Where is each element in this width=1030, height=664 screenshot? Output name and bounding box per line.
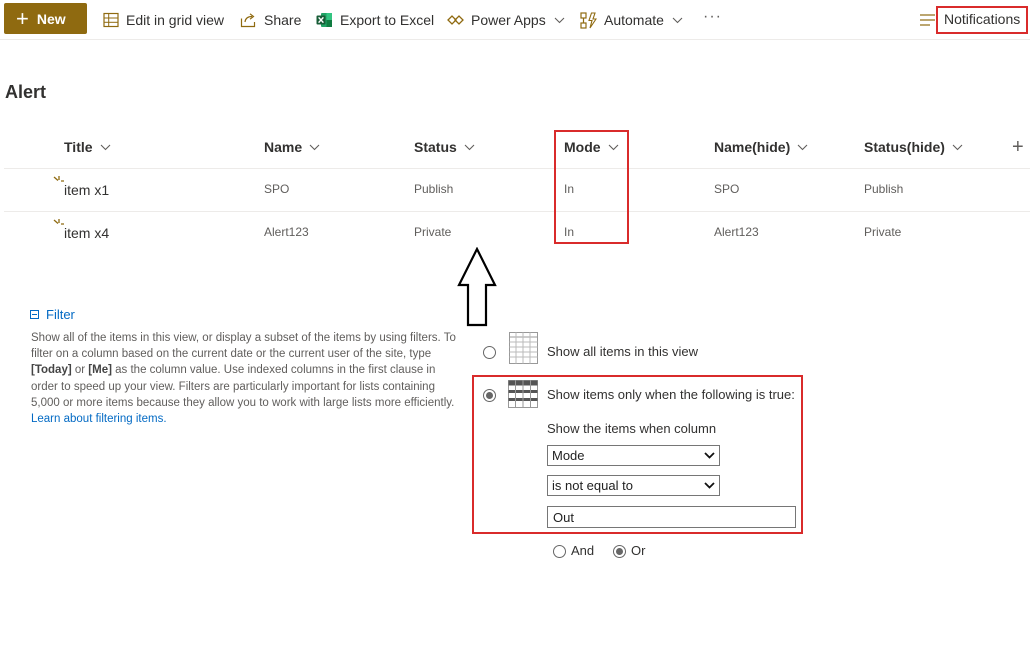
chevron-down-icon xyxy=(309,144,320,150)
row-divider xyxy=(4,211,1030,212)
filter-desc-text: Show all of the items in this view, or d… xyxy=(31,332,456,361)
column-header-label: Status(hide) xyxy=(864,139,945,155)
column-header-title[interactable]: Title xyxy=(64,139,111,155)
column-header-name-hide[interactable]: Name(hide) xyxy=(714,139,808,155)
filter-column-select[interactable]: Mode xyxy=(547,445,720,466)
excel-icon xyxy=(316,13,332,27)
cell-status: Publish xyxy=(414,182,454,196)
new-item-icon xyxy=(53,176,64,182)
list-view-icon xyxy=(509,332,538,364)
column-header-status-hide[interactable]: Status(hide) xyxy=(864,139,963,155)
cell-name-hide: SPO xyxy=(714,182,740,196)
automate-icon xyxy=(580,11,597,29)
edit-grid-view-label: Edit in grid view xyxy=(126,12,225,28)
edit-grid-view-button[interactable]: Edit in grid view xyxy=(103,10,224,30)
show-conditional-radio[interactable] xyxy=(483,389,496,402)
cell-title[interactable]: item x1 xyxy=(64,182,109,198)
column-header-label: Name(hide) xyxy=(714,139,791,155)
cell-name: Alert123 xyxy=(264,225,309,239)
chevron-down-icon xyxy=(704,452,715,459)
automate-label: Automate xyxy=(604,12,664,28)
chevron-down-icon xyxy=(464,144,475,150)
show-conditional-label: Show items only when the following is tr… xyxy=(547,387,795,402)
filter-value-input[interactable] xyxy=(547,506,796,528)
show-items-when-label: Show the items when column xyxy=(547,421,717,436)
cell-status: Private xyxy=(414,225,452,239)
join-and-label: And xyxy=(571,543,595,558)
export-excel-button[interactable]: Export to Excel xyxy=(316,10,434,30)
power-apps-icon xyxy=(447,15,464,25)
filter-column-value: Mode xyxy=(552,448,585,463)
more-options-button[interactable]: ··· xyxy=(703,7,722,27)
filter-token-today: [Today] xyxy=(31,364,72,377)
plus-icon: + xyxy=(16,5,29,31)
chevron-down-icon xyxy=(100,144,110,150)
filter-desc-text: or xyxy=(71,364,89,377)
column-header-label: Title xyxy=(64,139,93,155)
share-label: Share xyxy=(264,12,302,28)
join-or-label: Or xyxy=(631,543,646,558)
cell-name-hide: Alert123 xyxy=(714,225,759,239)
chevron-down-icon xyxy=(952,144,963,150)
show-all-radio[interactable] xyxy=(483,346,496,359)
new-button[interactable]: + New xyxy=(4,3,87,34)
new-button-label: New xyxy=(36,10,66,27)
new-item-icon xyxy=(53,219,64,225)
filtered-list-icon xyxy=(508,380,538,408)
show-all-label: Show all items in this view xyxy=(547,344,698,359)
join-or-radio[interactable] xyxy=(613,545,626,558)
page-title: Alert xyxy=(5,82,47,102)
chevron-down-icon xyxy=(554,17,565,23)
filter-section-toggle[interactable]: Filter xyxy=(30,307,75,322)
notifications-button[interactable]: Notifications xyxy=(944,11,1020,27)
power-apps-button[interactable]: Power Apps xyxy=(447,10,572,30)
column-header-label: Name xyxy=(264,139,303,155)
join-and-radio[interactable] xyxy=(553,545,566,558)
cell-status-hide: Private xyxy=(864,225,902,239)
row-divider xyxy=(4,168,1030,169)
annotation-arrow-up-icon xyxy=(457,247,497,327)
command-bar: + New Edit in grid view Share Export to … xyxy=(0,0,1030,40)
filter-heading: Filter xyxy=(46,307,75,322)
chevron-down-icon xyxy=(704,482,715,489)
filter-token-me: [Me] xyxy=(88,364,112,377)
cell-title[interactable]: item x4 xyxy=(64,225,109,241)
grid-icon xyxy=(103,12,119,28)
export-excel-label: Export to Excel xyxy=(340,12,435,28)
menu-lines-icon[interactable] xyxy=(920,14,935,26)
automate-button[interactable]: Automate xyxy=(580,10,690,30)
mode-column-highlight xyxy=(554,130,629,244)
share-button[interactable]: Share xyxy=(240,10,301,30)
cell-name: SPO xyxy=(264,182,290,196)
column-header-name[interactable]: Name xyxy=(264,139,320,155)
column-header-label: Status xyxy=(414,139,457,155)
more-icon: ··· xyxy=(703,8,722,25)
cell-status-hide: Publish xyxy=(864,182,904,196)
column-header-status[interactable]: Status xyxy=(414,139,475,155)
filter-description: Show all of the items in this view, or d… xyxy=(31,330,456,427)
add-column-icon[interactable]: + xyxy=(1012,136,1024,159)
chevron-down-icon xyxy=(672,17,683,23)
collapse-icon xyxy=(30,310,39,319)
filter-operator-value: is not equal to xyxy=(552,478,633,493)
filter-operator-select[interactable]: is not equal to xyxy=(547,475,720,496)
share-icon xyxy=(240,13,256,28)
chevron-down-icon xyxy=(797,144,808,150)
learn-filtering-link[interactable]: Learn about filtering items. xyxy=(31,413,167,425)
power-apps-label: Power Apps xyxy=(471,12,546,28)
